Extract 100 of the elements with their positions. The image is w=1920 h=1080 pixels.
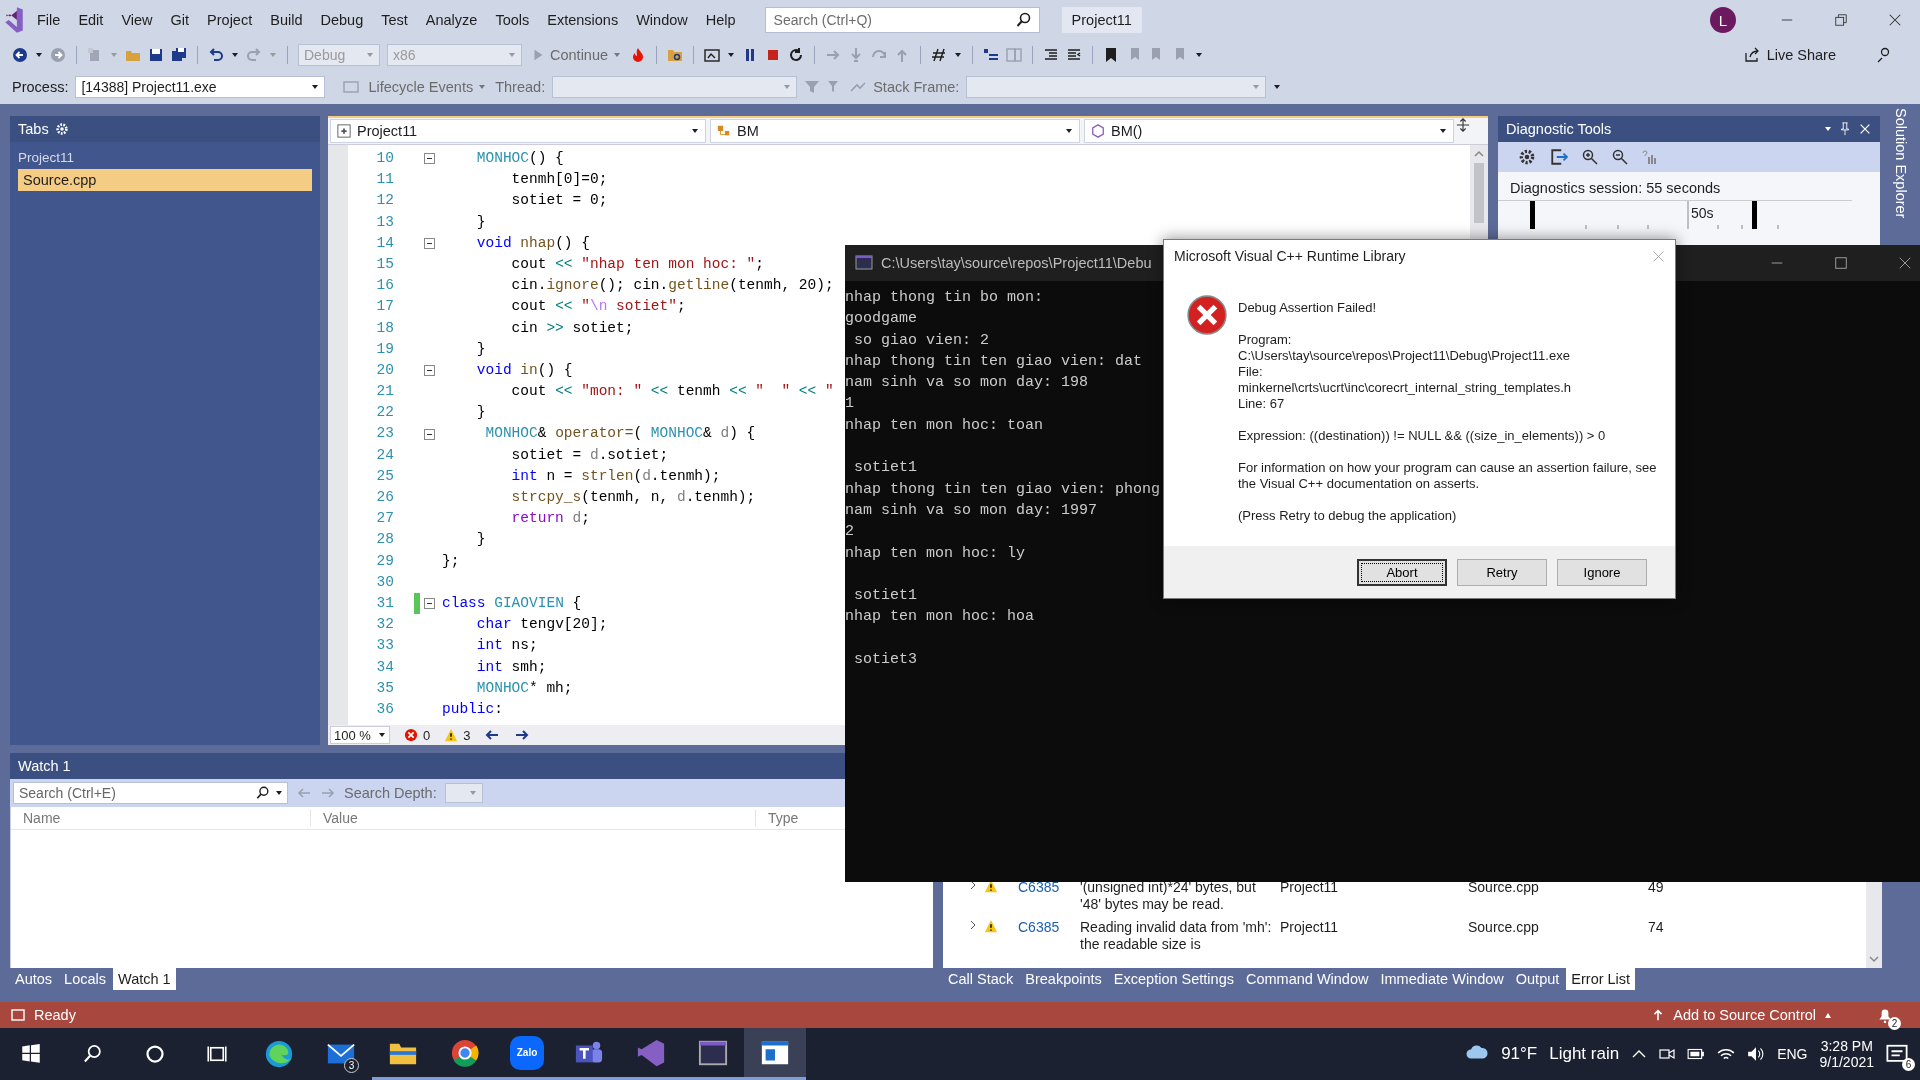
- dialog-button[interactable]: Abort: [1357, 558, 1447, 586]
- gear-icon[interactable]: [54, 122, 69, 136]
- menu-item[interactable]: Tools: [486, 8, 539, 32]
- panel-tab[interactable]: Command Window: [1240, 968, 1374, 990]
- menu-item[interactable]: Project: [198, 8, 262, 32]
- outdent-icon[interactable]: [1066, 47, 1083, 63]
- error-code-link[interactable]: C6385: [1018, 879, 1080, 913]
- zoom-dropdown[interactable]: 100 %: [330, 726, 390, 744]
- pin-icon[interactable]: [1838, 122, 1852, 136]
- undo-icon[interactable]: [208, 47, 224, 63]
- maximize-icon[interactable]: [1834, 256, 1848, 270]
- speaker-icon[interactable]: [1747, 1045, 1766, 1063]
- menu-item[interactable]: Git: [161, 8, 199, 32]
- column-header[interactable]: Value: [311, 810, 756, 826]
- save-icon[interactable]: [148, 47, 164, 63]
- caret-icon[interactable]: [35, 52, 43, 58]
- column-header[interactable]: Name: [11, 810, 311, 826]
- solution-explorer-tab[interactable]: Solution Explorer: [1893, 108, 1909, 219]
- close-icon[interactable]: [1898, 256, 1912, 270]
- save-all-icon[interactable]: [171, 47, 187, 63]
- search-icon[interactable]: [256, 786, 270, 800]
- panel-tab[interactable]: Exception Settings: [1108, 968, 1239, 990]
- menu-item[interactable]: Build: [261, 8, 312, 32]
- menu-item[interactable]: View: [112, 8, 162, 32]
- clock[interactable]: 3:28 PM 9/1/2021: [1819, 1038, 1874, 1070]
- account-avatar[interactable]: L: [1710, 7, 1736, 33]
- input-language[interactable]: ENG: [1777, 1046, 1808, 1062]
- back-icon[interactable]: [12, 47, 28, 63]
- split-icon[interactable]: [1456, 118, 1470, 132]
- zoom-out-icon[interactable]: [1612, 149, 1628, 165]
- process-dropdown[interactable]: [14388] Project11.exe: [75, 76, 326, 98]
- thread-icon[interactable]: [983, 47, 1000, 63]
- screenshot-icon[interactable]: [704, 47, 721, 63]
- search-icon[interactable]: [1015, 12, 1032, 28]
- panel-tab[interactable]: Error List: [1566, 968, 1636, 990]
- caret-icon[interactable]: [954, 52, 963, 58]
- caret-icon[interactable]: [1439, 128, 1447, 134]
- collapse-icon[interactable]: [423, 428, 435, 440]
- indent-icon[interactable]: [1043, 47, 1060, 63]
- scroll-down-icon[interactable]: [1868, 954, 1880, 964]
- dialog-button[interactable]: Ignore: [1557, 558, 1647, 586]
- settings-icon[interactable]: [1518, 148, 1536, 166]
- navigation-dropdown[interactable]: Project11: [330, 119, 706, 143]
- restore-icon[interactable]: [1834, 13, 1848, 27]
- search-field[interactable]: Search (Ctrl+E): [13, 782, 288, 804]
- menu-item[interactable]: File: [28, 8, 70, 32]
- caret-icon[interactable]: [1065, 128, 1073, 134]
- restart-icon[interactable]: [788, 47, 805, 63]
- navigation-dropdown[interactable]: BM: [710, 119, 1080, 143]
- status-icon[interactable]: [10, 1007, 26, 1023]
- lifecycle-events-button[interactable]: Lifecycle Events: [366, 79, 489, 95]
- error-code-link[interactable]: C6385: [1018, 919, 1080, 953]
- panel-tab[interactable]: Autos: [10, 968, 58, 990]
- scroll-up-icon[interactable]: [1473, 149, 1485, 159]
- panel-tab[interactable]: Locals: [59, 968, 111, 990]
- menu-item[interactable]: Window: [627, 8, 697, 32]
- panel-tab[interactable]: Call Stack: [943, 968, 1019, 990]
- menu-item[interactable]: Analyze: [416, 8, 487, 32]
- menu-item[interactable]: Extensions: [538, 8, 628, 32]
- menu-item[interactable]: Test: [372, 8, 417, 32]
- close-icon[interactable]: [1888, 13, 1902, 27]
- error-count[interactable]: 0: [423, 727, 431, 743]
- scrollbar-thumb[interactable]: [1474, 163, 1484, 223]
- panel-tab[interactable]: Watch 1: [113, 968, 176, 990]
- panel-tab[interactable]: Breakpoints: [1020, 968, 1107, 990]
- dialog-app-button[interactable]: [744, 1028, 806, 1080]
- menu-item[interactable]: Edit: [69, 8, 113, 32]
- notification-center-icon[interactable]: [1886, 1043, 1908, 1065]
- caret-icon[interactable]: [231, 52, 239, 58]
- folder-search-icon[interactable]: [667, 47, 684, 63]
- caret-icon[interactable]: [311, 84, 320, 90]
- forward-icon[interactable]: [50, 47, 66, 63]
- zalo-button[interactable]: Zalo: [496, 1028, 558, 1080]
- menu-item[interactable]: Help: [696, 8, 745, 32]
- file-tab[interactable]: Source.cpp: [18, 169, 312, 191]
- menu-item[interactable]: Debug: [311, 8, 373, 32]
- hex-display-icon[interactable]: [931, 47, 948, 63]
- temperature[interactable]: 91°F: [1501, 1044, 1538, 1064]
- close-icon[interactable]: [1858, 122, 1872, 136]
- collapse-icon[interactable]: [423, 237, 435, 249]
- collapse-icon[interactable]: [423, 598, 435, 610]
- dialog-button[interactable]: Retry: [1457, 558, 1547, 586]
- navigation-dropdown[interactable]: BM(): [1084, 119, 1454, 143]
- caret-icon[interactable]: [1195, 52, 1204, 58]
- source-control-button[interactable]: Add to Source Control: [1645, 1006, 1838, 1024]
- continue-button[interactable]: Continue: [529, 47, 624, 63]
- search-field[interactable]: Search (Ctrl+Q): [764, 7, 1040, 33]
- collapse-icon[interactable]: [423, 153, 435, 165]
- caret-icon[interactable]: [691, 128, 699, 134]
- caret-icon[interactable]: [1824, 126, 1832, 132]
- caret-icon[interactable]: [275, 790, 283, 796]
- caret-icon[interactable]: [727, 52, 736, 58]
- mail-button[interactable]: 3: [310, 1028, 372, 1080]
- panel-tab[interactable]: Output: [1510, 968, 1565, 990]
- weather-text[interactable]: Light rain: [1549, 1044, 1620, 1064]
- panel-tab[interactable]: Immediate Window: [1375, 968, 1509, 990]
- zoom-in-icon[interactable]: [1582, 149, 1598, 165]
- caret-icon[interactable]: [1273, 84, 1282, 90]
- expand-icon[interactable]: [968, 919, 978, 931]
- warning-count[interactable]: 3: [463, 727, 471, 743]
